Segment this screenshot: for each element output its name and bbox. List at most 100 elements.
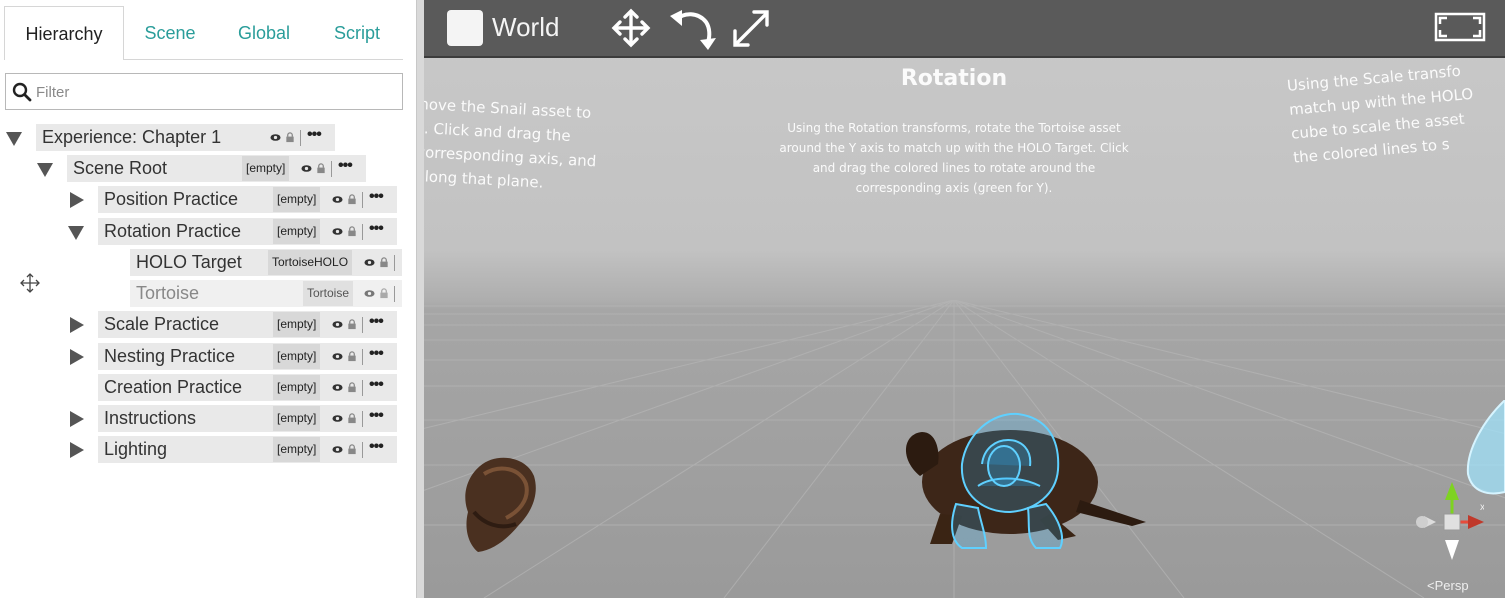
more-options-icon[interactable]: ••• [369,376,384,394]
lock-icon[interactable] [285,132,295,143]
tab-scene[interactable]: Scene [128,6,212,60]
snail-model[interactable] [460,452,540,556]
separator [394,255,395,271]
separator [362,380,363,396]
collapse-arrow-icon[interactable] [6,132,22,146]
component-tag: TortoiseHOLO [268,250,353,275]
lock-icon[interactable] [347,444,357,455]
hierarchy-panel: Hierarchy Scene Global Script Experience… [0,0,416,598]
tree-item-holo-target[interactable]: HOLO Target TortoiseHOLO [130,249,402,276]
tab-script[interactable]: Script [316,6,398,60]
position-instructions: nove the Snail asset to t. Click and dra… [424,92,640,199]
world-space-checkbox[interactable] [447,10,483,46]
visibility-eye-icon[interactable] [332,351,343,362]
visibility-eye-icon[interactable] [270,132,281,143]
scale-icon[interactable] [730,6,772,50]
tree-item-lighting[interactable]: Lighting [empty] ••• [98,436,397,463]
move-icon[interactable] [610,6,652,50]
component-tag: [empty] [273,219,321,244]
tree-item-nesting-practice[interactable]: Nesting Practice [empty] ••• [98,343,397,370]
visibility-eye-icon[interactable] [332,444,343,455]
lock-icon[interactable] [379,257,389,268]
scale-instructions: Using the Scale transfo match up with th… [1286,53,1505,170]
lock-icon[interactable] [347,351,357,362]
tree-item-experience-chapter-1[interactable]: Experience: Chapter 1 ••• [36,124,335,151]
collapse-arrow-icon[interactable] [68,226,84,240]
separator [362,224,363,240]
visibility-eye-icon[interactable] [301,163,312,174]
more-options-icon[interactable]: ••• [369,438,384,456]
instruction-line: around the Y axis to match up with the H… [779,141,1129,155]
component-tag: [empty] [273,375,321,400]
tree-item-tortoise[interactable]: Tortoise Tortoise [130,280,402,307]
camera-projection-label[interactable]: <Persp [1427,578,1469,593]
drag-move-cursor-icon [20,273,40,293]
panel-splitter[interactable] [416,0,424,598]
separator [362,192,363,208]
maximize-icon[interactable] [1434,12,1486,42]
tree-item-label: HOLO Target [136,252,242,272]
lock-icon[interactable] [379,288,389,299]
component-tag: [empty] [273,312,321,337]
rotation-instructions: Using the Rotation transforms, rotate th… [744,118,1164,198]
tree-item-label: Nesting Practice [104,346,236,366]
tortoise-model[interactable] [900,404,1150,554]
instruction-line: corresponding axis (green for Y). [855,181,1053,195]
tab-hierarchy[interactable]: Hierarchy [4,6,124,60]
rotate-icon[interactable] [668,6,718,52]
lock-icon[interactable] [347,194,357,205]
lock-icon[interactable] [316,163,326,174]
more-options-icon[interactable]: ••• [369,345,384,363]
separator [362,349,363,365]
visibility-eye-icon[interactable] [364,257,375,268]
lock-icon[interactable] [347,413,357,424]
component-tag: [empty] [273,437,321,462]
tree-item-label: Lighting [104,439,168,459]
separator [331,161,332,177]
more-options-icon[interactable]: ••• [307,126,322,144]
separator [394,286,395,302]
rotation-title: Rotation [900,66,1008,91]
orientation-gizmo[interactable]: x [1414,476,1484,566]
expand-arrow-icon[interactable] [70,349,84,365]
lock-icon[interactable] [347,226,357,237]
more-options-icon[interactable]: ••• [338,157,353,175]
component-tag: [empty] [273,406,321,431]
tree-item-label: Scale Practice [104,314,220,334]
separator [362,411,363,427]
more-options-icon[interactable]: ••• [369,220,384,238]
tree-item-instructions[interactable]: Instructions [empty] ••• [98,405,397,432]
tab-global[interactable]: Global [220,6,308,60]
filter-box[interactable] [5,73,403,110]
search-icon [12,82,32,102]
visibility-eye-icon[interactable] [332,194,343,205]
more-options-icon[interactable]: ••• [369,313,384,331]
visibility-eye-icon[interactable] [332,319,343,330]
collapse-arrow-icon[interactable] [37,163,53,177]
expand-arrow-icon[interactable] [70,317,84,333]
tree-item-label: Experience: Chapter 1 [42,127,222,147]
expand-arrow-icon[interactable] [70,411,84,427]
gizmo-x-label: x [1480,502,1484,513]
tree-item-scene-root[interactable]: Scene Root [empty] ••• [67,155,366,182]
tree-item-scale-practice[interactable]: Scale Practice [empty] ••• [98,311,397,338]
separator [362,442,363,458]
expand-arrow-icon[interactable] [70,442,84,458]
expand-arrow-icon[interactable] [70,192,84,208]
more-options-icon[interactable]: ••• [369,188,384,206]
tree-item-creation-practice[interactable]: Creation Practice [empty] ••• [98,374,397,401]
visibility-eye-icon[interactable] [332,413,343,424]
tab-divider [124,59,403,60]
scene-viewport[interactable]: Rotation Using the Rotation transforms, … [424,0,1505,598]
visibility-eye-icon[interactable] [332,226,343,237]
filter-input[interactable] [36,80,396,104]
lock-icon[interactable] [347,319,357,330]
component-tag: [empty] [242,156,290,181]
tree-item-rotation-practice[interactable]: Rotation Practice [empty] ••• [98,218,397,245]
tree-item-position-practice[interactable]: Position Practice [empty] ••• [98,186,397,213]
visibility-eye-icon[interactable] [332,382,343,393]
component-tag: [empty] [273,344,321,369]
lock-icon[interactable] [347,382,357,393]
visibility-eye-icon[interactable] [364,288,375,299]
more-options-icon[interactable]: ••• [369,407,384,425]
